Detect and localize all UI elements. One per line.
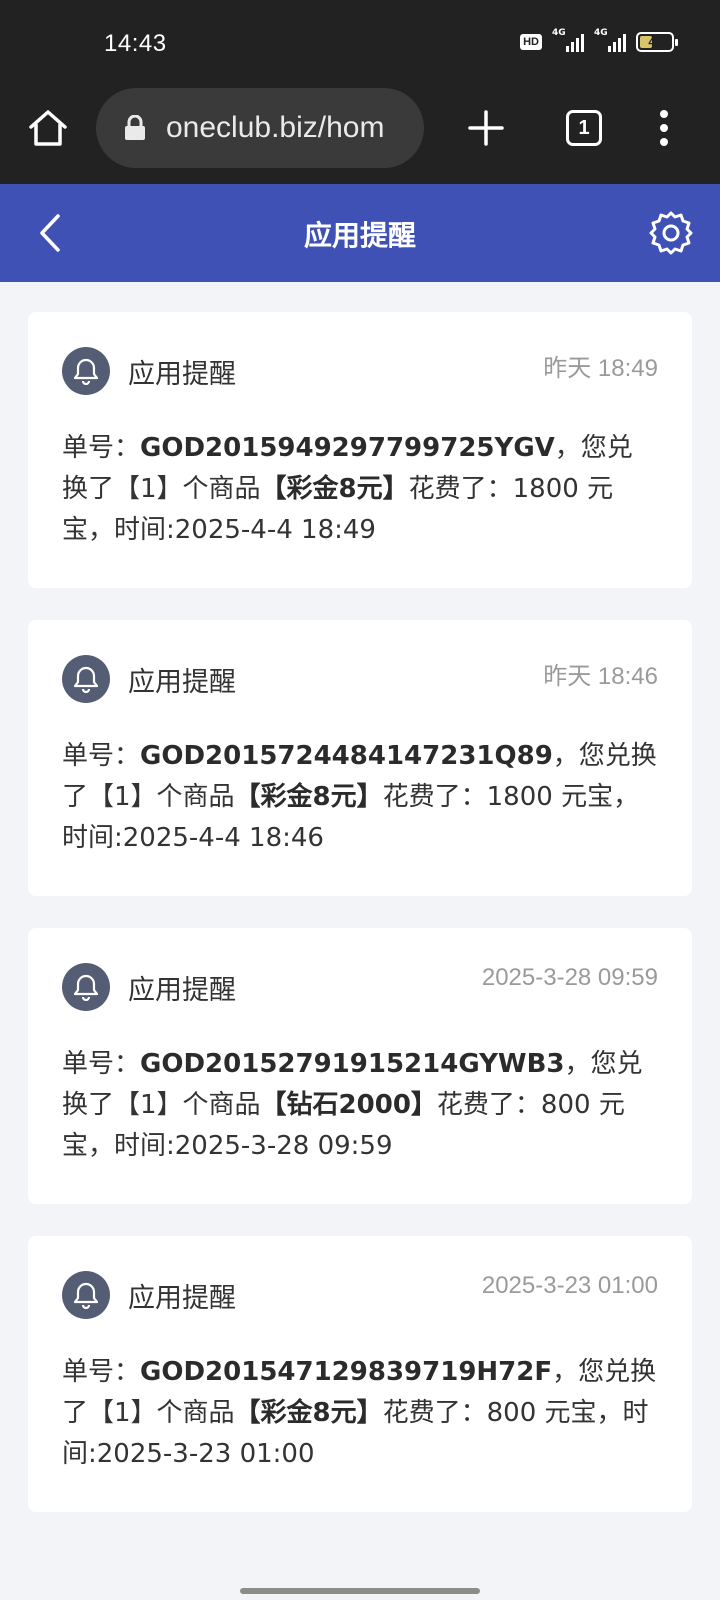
notification-source: 应用提醒	[128, 974, 236, 1006]
battery-icon: 40	[636, 32, 678, 52]
url-bar[interactable]: oneclub.biz/hom	[96, 88, 424, 168]
notification-card[interactable]: 应用提醒 昨天 18:49 单号：GOD2015949297799725YGV，…	[28, 312, 692, 588]
notification-source: 应用提醒	[128, 1282, 236, 1314]
more-vert-icon[interactable]	[656, 108, 672, 148]
item-name: 【钻石2000】	[260, 1090, 437, 1120]
status-time: 14:43	[104, 30, 167, 57]
notification-card[interactable]: 应用提醒 2025-3-23 01:00 单号：GOD2015471298397…	[28, 1236, 692, 1512]
plus-icon[interactable]	[466, 108, 506, 148]
card-header: 应用提醒 昨天 18:46	[62, 654, 658, 704]
tab-count: 1	[578, 116, 590, 139]
home-icon[interactable]	[26, 106, 70, 150]
notification-message: 单号：GOD2015724484147231Q89，您兑换了【1】个商品【彩金8…	[62, 741, 657, 853]
browser-toolbar: oneclub.biz/hom 1	[0, 86, 720, 184]
item-name: 【彩金8元】	[234, 1398, 383, 1428]
order-number: GOD2015724484147231Q89	[140, 741, 553, 771]
page-title: 应用提醒	[303, 219, 416, 252]
card-header: 应用提醒 昨天 18:49	[62, 346, 658, 396]
notification-message: 单号：GOD201547129839719H72F，您兑换了【1】个商品【彩金8…	[62, 1357, 657, 1469]
tabs-button[interactable]: 1	[566, 110, 602, 146]
home-indicator[interactable]	[240, 1588, 480, 1594]
hd-voice-icon: HD	[520, 34, 542, 50]
signal-icon-2: 4G	[594, 28, 626, 52]
notification-card[interactable]: 应用提醒 昨天 18:46 单号：GOD2015724484147231Q89，…	[28, 620, 692, 896]
status-bar: 14:43 HD 4G 4G 40	[0, 0, 720, 86]
order-number: GOD2015949297799725YGV	[140, 433, 555, 463]
notification-list: 应用提醒 昨天 18:49 单号：GOD2015949297799725YGV，…	[28, 312, 692, 1544]
signal-icon: 4G	[552, 28, 584, 52]
order-number: GOD201547129839719H72F	[140, 1357, 553, 1387]
item-name: 【彩金8元】	[234, 782, 383, 812]
bell-icon	[62, 655, 110, 703]
bell-icon	[62, 963, 110, 1011]
notification-time: 昨天 18:46	[543, 663, 658, 690]
notification-time: 2025-3-28 09:59	[481, 964, 658, 991]
notification-message: 单号：GOD20152791915214GYWB3，您兑换了【1】个商品【钻石2…	[62, 1049, 643, 1161]
order-number: GOD20152791915214GYWB3	[140, 1049, 565, 1079]
notification-source: 应用提醒	[128, 358, 236, 390]
bell-icon	[62, 1271, 110, 1319]
url-text: oneclub.biz/hom	[166, 111, 385, 144]
status-icons: HD 4G 4G 40	[520, 28, 678, 52]
app-header: 应用提醒	[0, 184, 720, 282]
gear-icon[interactable]	[648, 210, 694, 256]
card-header: 应用提醒 2025-3-23 01:00	[62, 1270, 658, 1320]
notification-source: 应用提醒	[128, 666, 236, 698]
notification-time: 昨天 18:49	[543, 355, 658, 382]
lock-icon	[125, 115, 145, 140]
notification-card[interactable]: 应用提醒 2025-3-28 09:59 单号：GOD2015279191521…	[28, 928, 692, 1204]
card-header: 应用提醒 2025-3-28 09:59	[62, 962, 658, 1012]
item-name: 【彩金8元】	[260, 474, 409, 504]
notification-message: 单号：GOD2015949297799725YGV，您兑换了【1】个商品【彩金8…	[62, 433, 633, 545]
bell-icon	[62, 347, 110, 395]
notification-time: 2025-3-23 01:00	[481, 1272, 658, 1299]
